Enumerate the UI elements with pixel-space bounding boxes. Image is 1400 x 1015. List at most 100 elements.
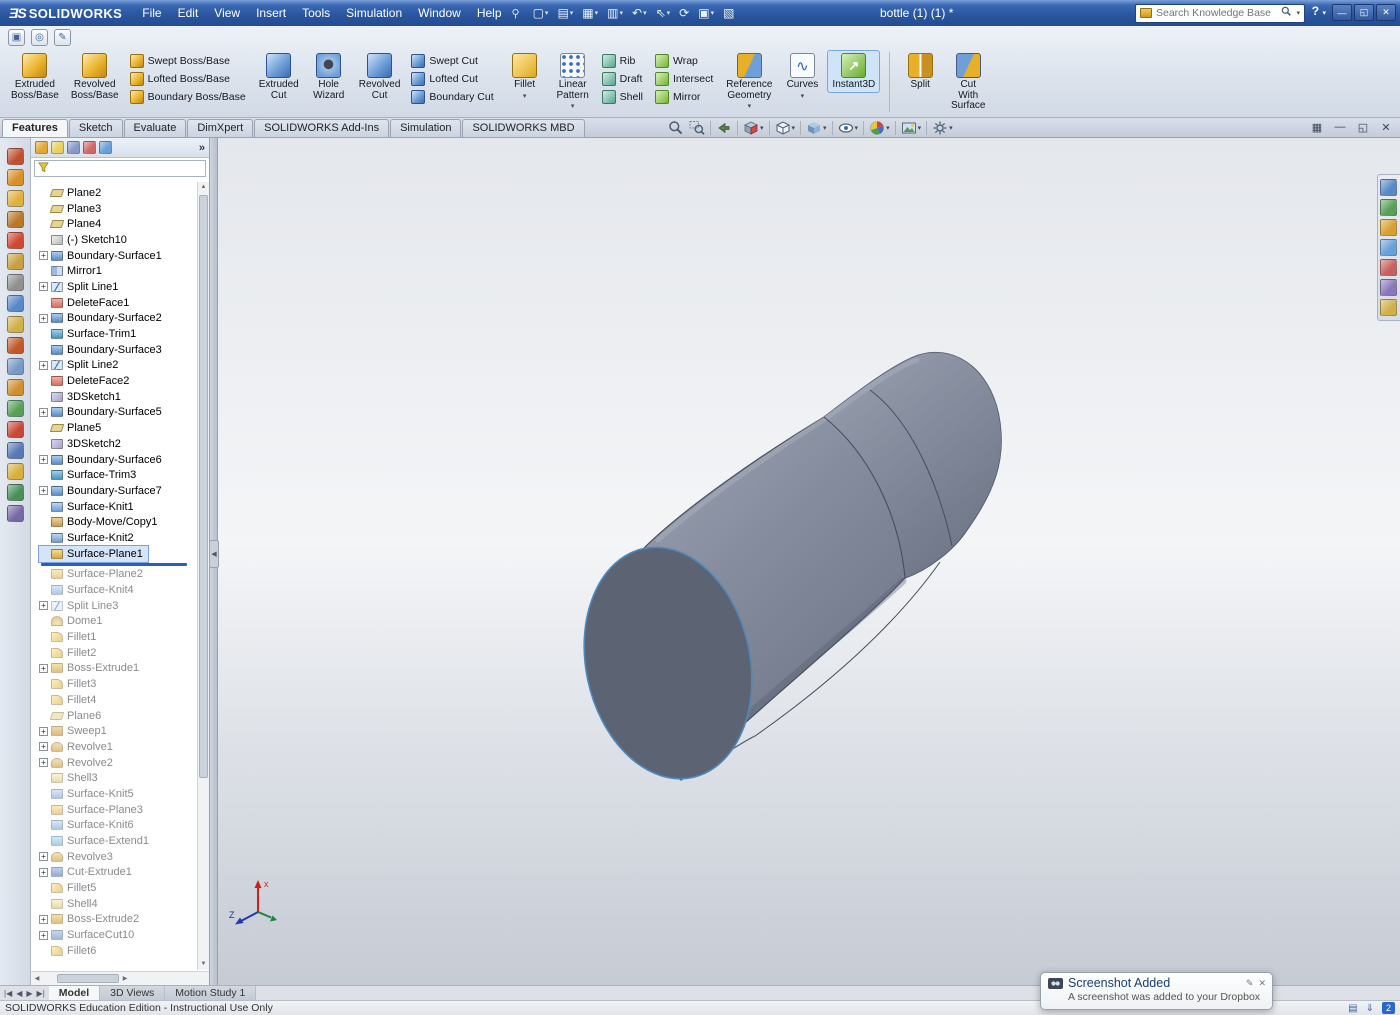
tree-item-surface-plane1[interactable]: Surface-Plane1	[39, 546, 148, 562]
tree-item-split-line2[interactable]: +Split Line2	[39, 358, 197, 374]
tree-item-body-move-copy1[interactable]: Body-Move/Copy1	[39, 514, 197, 530]
previous-view-icon[interactable]	[714, 120, 734, 136]
tree-item-surface-plane3[interactable]: Surface-Plane3	[39, 802, 197, 818]
options-icon[interactable]: ▣▾	[695, 5, 717, 21]
scrollbar-thumb[interactable]	[199, 195, 208, 778]
expand-icon[interactable]: +	[39, 664, 48, 673]
model-3d-view[interactable]	[218, 138, 1400, 985]
boundary-cut-button[interactable]: Boundary Cut	[411, 90, 493, 104]
left-tool-3-icon[interactable]	[7, 190, 24, 207]
expand-pane-icon[interactable]: »	[199, 142, 205, 154]
print-icon[interactable]: ▥▾	[604, 5, 626, 21]
last-tab-button[interactable]: ▶|	[37, 989, 45, 998]
tree-filter[interactable]	[34, 160, 206, 177]
magnifier-lens-icon[interactable]: ◎	[31, 29, 48, 46]
tab-features[interactable]: Features	[2, 119, 68, 137]
tree-item-boundary-surface3[interactable]: Boundary-Surface3	[39, 342, 197, 358]
tree-item-dome1[interactable]: Dome1	[39, 614, 197, 630]
search-input[interactable]	[1156, 7, 1277, 19]
menu-file[interactable]: File	[134, 3, 169, 23]
file-properties-icon[interactable]: ▧	[720, 5, 737, 21]
tree-item-split-line3[interactable]: +Split Line3	[39, 598, 197, 614]
expand-icon[interactable]: +	[39, 408, 48, 417]
left-tool-9-icon[interactable]	[7, 316, 24, 333]
expand-icon[interactable]: +	[39, 282, 48, 291]
taskpane-resources-icon[interactable]	[1380, 179, 1397, 196]
expand-icon[interactable]: +	[39, 361, 48, 370]
tree-item-boundary-surface1[interactable]: +Boundary-Surface1	[39, 248, 197, 264]
menu-help[interactable]: Help	[469, 3, 510, 23]
instant3d-button[interactable]: Instant3D	[827, 50, 880, 93]
left-tool-6-icon[interactable]	[7, 253, 24, 270]
boundary-boss-base-button[interactable]: Boundary Boss/Base	[130, 90, 246, 104]
tab-solidworks-mbd[interactable]: SOLIDWORKS MBD	[462, 119, 584, 137]
viewport-restore-icon[interactable]: ◱	[1355, 121, 1371, 134]
tree-item-3dsketch1[interactable]: 3DSketch1	[39, 389, 197, 405]
section-view-icon[interactable]: ▾	[741, 120, 766, 136]
extruded-boss-base-button[interactable]: Extruded Boss/Base	[6, 50, 64, 103]
tree-item-surface-plane2[interactable]: Surface-Plane2	[39, 567, 197, 583]
expand-icon[interactable]: +	[39, 486, 48, 495]
scroll-up-icon[interactable]: ▲	[198, 182, 209, 193]
tree-item-plane6[interactable]: Plane6	[39, 708, 197, 724]
scroll-left-icon[interactable]: ◀	[31, 975, 43, 982]
tree-item-boundary-surface6[interactable]: +Boundary-Surface6	[39, 452, 197, 468]
save-icon[interactable]: ▦▾	[579, 5, 601, 21]
intersect-button[interactable]: Intersect	[655, 72, 713, 86]
menu-tools[interactable]: Tools	[294, 3, 338, 23]
expand-icon[interactable]: +	[39, 758, 48, 767]
displaymanager-tab-icon[interactable]	[99, 141, 112, 154]
revolved-cut-button[interactable]: Revolved Cut	[354, 50, 406, 103]
expand-icon[interactable]: +	[39, 314, 48, 323]
tab-dimxpert[interactable]: DimXpert	[187, 119, 253, 137]
scroll-right-icon[interactable]: ▶	[119, 975, 131, 982]
taskpane-design-library-icon[interactable]	[1380, 199, 1397, 216]
tree-item-surface-knit5[interactable]: Surface-Knit5	[39, 786, 197, 802]
tree-item-surfacecut10[interactable]: +SurfaceCut10	[39, 927, 197, 943]
edit-appearance-icon[interactable]: ▾	[867, 120, 892, 136]
tree-item-fillet4[interactable]: Fillet4	[39, 692, 197, 708]
tree-item-split-line1[interactable]: +Split Line1	[39, 279, 197, 295]
tree-item-fillet5[interactable]: Fillet5	[39, 880, 197, 896]
rib-button[interactable]: Rib	[602, 54, 643, 68]
tree-item-sweep1[interactable]: +Sweep1	[39, 723, 197, 739]
close-button[interactable]: ✕	[1376, 4, 1396, 21]
tree-item-3dsketch2[interactable]: 3DSketch2	[39, 436, 197, 452]
bottle-model[interactable]	[563, 352, 1001, 794]
tree-item-plane5[interactable]: Plane5	[39, 420, 197, 436]
notification-close-icon[interactable]: ✕	[1258, 978, 1266, 989]
status-panel-icon[interactable]: ▤	[1348, 1003, 1357, 1014]
lofted-cut-button[interactable]: Lofted Cut	[411, 72, 493, 86]
linear-pattern-button[interactable]: Linear Pattern▾	[550, 50, 596, 112]
fillet-button[interactable]: Fillet▾	[502, 50, 548, 102]
tree-item-plane3[interactable]: Plane3	[39, 201, 197, 217]
left-tool-16-icon[interactable]	[7, 463, 24, 480]
revolved-boss-base-button[interactable]: Revolved Boss/Base	[66, 50, 124, 103]
tree-item-surface-trim3[interactable]: Surface-Trim3	[39, 467, 197, 483]
tree-item-cut-extrude1[interactable]: +Cut-Extrude1	[39, 865, 197, 881]
menu-insert[interactable]: Insert	[248, 3, 294, 23]
tree-item-surface-knit6[interactable]: Surface-Knit6	[39, 818, 197, 834]
dropdown-icon[interactable]: ▾	[523, 92, 527, 100]
tab-sketch[interactable]: Sketch	[69, 119, 123, 137]
view-settings-icon[interactable]: ▾	[930, 120, 955, 136]
hide-show-items-icon[interactable]: ▾	[836, 120, 861, 136]
taskpane-view-palette-icon[interactable]	[1380, 239, 1397, 256]
mirror-button[interactable]: Mirror	[655, 90, 713, 104]
tab-model[interactable]: Model	[49, 986, 100, 1000]
search-icon[interactable]	[1281, 6, 1292, 20]
left-tool-10-icon[interactable]	[7, 337, 24, 354]
display-style-icon[interactable]: ▾	[804, 120, 829, 136]
search-dropdown-icon[interactable]: ▾	[1296, 9, 1300, 17]
tree-item-shell4[interactable]: Shell4	[39, 896, 197, 912]
status-download-icon[interactable]: ⇓	[1366, 1003, 1374, 1014]
tree-item-plane4[interactable]: Plane4	[39, 216, 197, 232]
expand-icon[interactable]: +	[39, 931, 48, 940]
lofted-boss-base-button[interactable]: Lofted Boss/Base	[130, 72, 246, 86]
tree-item-fillet1[interactable]: Fillet1	[39, 629, 197, 645]
tree-item-deleteface1[interactable]: DeleteFace1	[39, 295, 197, 311]
viewport-minimize-icon[interactable]: —	[1332, 121, 1348, 134]
tree-item-sketch10[interactable]: (-) Sketch10	[39, 232, 197, 248]
left-tool-12-icon[interactable]	[7, 379, 24, 396]
left-tool-11-icon[interactable]	[7, 358, 24, 375]
